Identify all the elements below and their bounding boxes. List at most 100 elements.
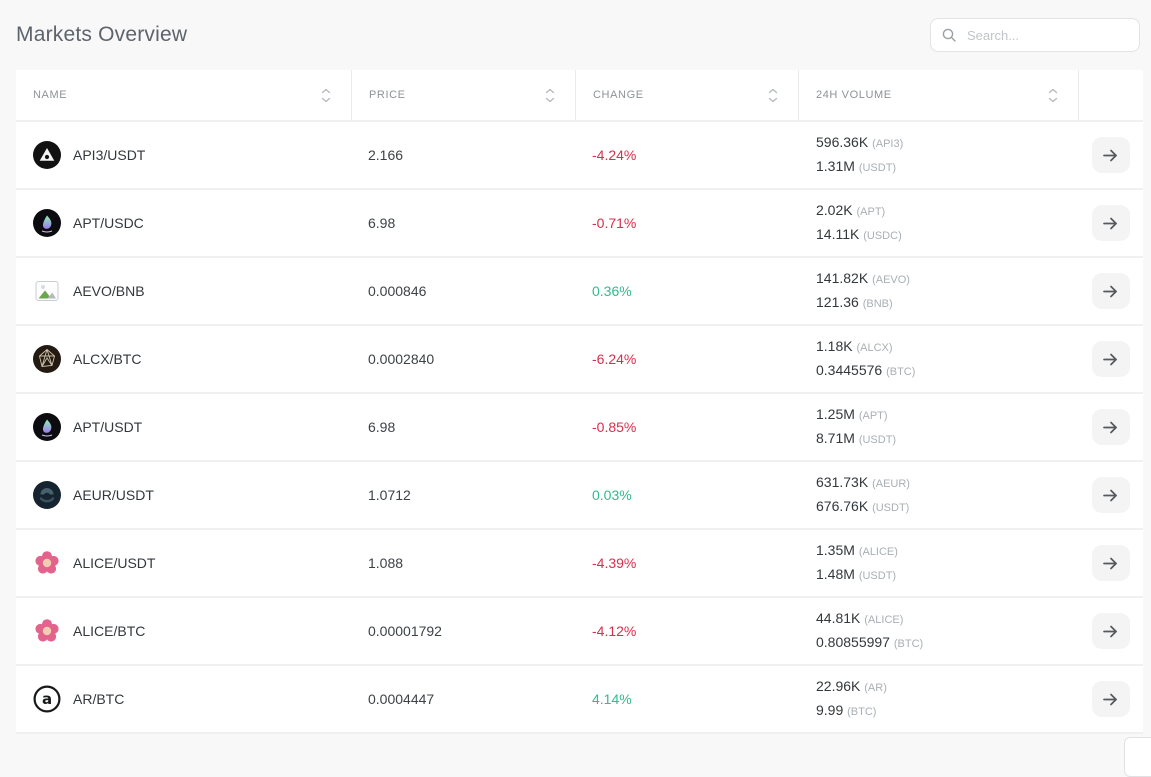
change-value: 0.03% xyxy=(592,487,632,503)
base-volume: 631.73K xyxy=(816,474,868,490)
markets-table: NAME PRICE CHANGE 24H VOLUME API3/USDT 2… xyxy=(16,70,1143,734)
base-volume: 44.81K xyxy=(816,610,860,626)
open-market-button[interactable] xyxy=(1092,341,1130,377)
table-row: ALCX/BTC 0.0002840 -6.24% 1.18K (ALCX) 0… xyxy=(16,326,1143,394)
sort-icon xyxy=(1048,88,1058,103)
quote-volume: 14.11K xyxy=(816,226,859,242)
column-header-price[interactable]: PRICE xyxy=(351,70,575,120)
volume-cell: 2.02K (APT) 14.11K (USDC) xyxy=(798,199,1078,247)
base-volume: 141.82K xyxy=(816,270,868,286)
base-volume: 1.35M xyxy=(816,542,855,558)
base-volume: 1.25M xyxy=(816,406,855,422)
quote-volume: 121.36 xyxy=(816,294,859,310)
pair-label: APT/USDC xyxy=(73,215,144,231)
quote-volume: 0.3445576 xyxy=(816,362,882,378)
table-header: NAME PRICE CHANGE 24H VOLUME xyxy=(16,70,1143,122)
base-volume: 22.96K xyxy=(816,678,860,694)
top-bar: Markets Overview xyxy=(0,0,1151,66)
volume-cell: 1.35M (ALICE) 1.48M (USDT) xyxy=(798,539,1078,587)
quote-volume-unit: (USDT) xyxy=(872,502,909,514)
open-market-button[interactable] xyxy=(1092,477,1130,513)
price-value: 0.0002840 xyxy=(351,351,575,367)
quote-volume-unit: (USDT) xyxy=(859,570,896,582)
search-input[interactable] xyxy=(965,27,1129,44)
arrow-right-icon xyxy=(1102,216,1119,231)
change-value: -6.24% xyxy=(592,351,636,367)
volume-cell: 631.73K (AEUR) 676.76K (USDT) xyxy=(798,471,1078,519)
pair-label: AEUR/USDT xyxy=(73,487,154,503)
open-market-button[interactable] xyxy=(1092,137,1130,173)
arrow-right-icon xyxy=(1102,148,1119,163)
base-volume: 596.36K xyxy=(816,134,868,150)
open-market-button[interactable] xyxy=(1092,409,1130,445)
quote-volume: 676.76K xyxy=(816,498,868,514)
price-value: 6.98 xyxy=(351,215,575,231)
search-box[interactable] xyxy=(930,18,1140,52)
arrow-right-icon xyxy=(1102,352,1119,367)
pair-label: API3/USDT xyxy=(73,147,145,163)
quote-volume-unit: (BTC) xyxy=(894,638,923,650)
base-volume-unit: (AEVO) xyxy=(872,274,910,286)
base-volume: 1.18K xyxy=(816,338,853,354)
table-row: ALICE/USDT 1.088 -4.39% 1.35M (ALICE) 1.… xyxy=(16,530,1143,598)
price-value: 6.98 xyxy=(351,419,575,435)
price-value: 0.00001792 xyxy=(351,623,575,639)
sort-icon xyxy=(321,88,331,103)
quote-volume: 1.48M xyxy=(816,566,855,582)
volume-cell: 596.36K (API3) 1.31M (USDT) xyxy=(798,131,1078,179)
apt-coin-icon xyxy=(33,209,61,237)
quote-volume-unit: (BTC) xyxy=(847,706,876,718)
quote-volume-unit: (USDT) xyxy=(859,162,896,174)
table-row: AEUR/USDT 1.0712 0.03% 631.73K (AEUR) 67… xyxy=(16,462,1143,530)
alice-coin-icon xyxy=(33,549,61,577)
table-row: AEVO/BNB 0.000846 0.36% 141.82K (AEVO) 1… xyxy=(16,258,1143,326)
change-value: -4.39% xyxy=(592,555,636,571)
arrow-right-icon xyxy=(1102,556,1119,571)
change-value: -0.85% xyxy=(592,419,636,435)
base-volume-unit: (AEUR) xyxy=(872,478,910,490)
table-row: a AR/BTC 0.0004447 4.14% 22.96K (AR) 9.9… xyxy=(16,666,1143,734)
change-value: 4.14% xyxy=(592,691,632,707)
api3-coin-icon xyxy=(33,141,61,169)
column-header-actions xyxy=(1078,70,1143,120)
base-volume-unit: (AR) xyxy=(864,682,887,694)
table-row: APT/USDC 6.98 -0.71% 2.02K (APT) 14.11K … xyxy=(16,190,1143,258)
open-market-button[interactable] xyxy=(1092,681,1130,717)
change-value: -4.12% xyxy=(592,623,636,639)
open-market-button[interactable] xyxy=(1092,273,1130,309)
arrow-right-icon xyxy=(1102,692,1119,707)
open-market-button[interactable] xyxy=(1092,205,1130,241)
arrow-right-icon xyxy=(1102,624,1119,639)
alcx-coin-icon xyxy=(33,345,61,373)
price-value: 0.000846 xyxy=(351,283,575,299)
pair-label: AR/BTC xyxy=(73,691,124,707)
base-volume-unit: (APT) xyxy=(859,410,888,422)
alice-coin-icon xyxy=(33,617,61,645)
change-value: -4.24% xyxy=(592,147,636,163)
price-value: 2.166 xyxy=(351,147,575,163)
partial-overlay-box xyxy=(1124,737,1151,777)
column-header-volume[interactable]: 24H VOLUME xyxy=(798,70,1078,120)
arrow-right-icon xyxy=(1102,488,1119,503)
open-market-button[interactable] xyxy=(1092,613,1130,649)
table-row: ALICE/BTC 0.00001792 -4.12% 44.81K (ALIC… xyxy=(16,598,1143,666)
volume-cell: 141.82K (AEVO) 121.36 (BNB) xyxy=(798,267,1078,315)
column-header-change[interactable]: CHANGE xyxy=(575,70,798,120)
svg-text:a: a xyxy=(42,690,52,708)
quote-volume: 8.71M xyxy=(816,430,855,446)
volume-cell: 44.81K (ALICE) 0.80855997 (BTC) xyxy=(798,607,1078,655)
column-header-name[interactable]: NAME xyxy=(16,70,351,120)
quote-volume-unit: (BNB) xyxy=(863,298,893,310)
table-row: APT/USDT 6.98 -0.85% 1.25M (APT) 8.71M (… xyxy=(16,394,1143,462)
arrow-right-icon xyxy=(1102,420,1119,435)
base-volume-unit: (ALCX) xyxy=(856,342,892,354)
open-market-button[interactable] xyxy=(1092,545,1130,581)
price-value: 0.0004447 xyxy=(351,691,575,707)
price-value: 1.0712 xyxy=(351,487,575,503)
aevo-coin-icon xyxy=(33,277,61,305)
change-value: -0.71% xyxy=(592,215,636,231)
quote-volume: 9.99 xyxy=(816,702,843,718)
base-volume-unit: (ALICE) xyxy=(859,546,898,558)
pair-label: ALICE/USDT xyxy=(73,555,155,571)
volume-cell: 1.18K (ALCX) 0.3445576 (BTC) xyxy=(798,335,1078,383)
